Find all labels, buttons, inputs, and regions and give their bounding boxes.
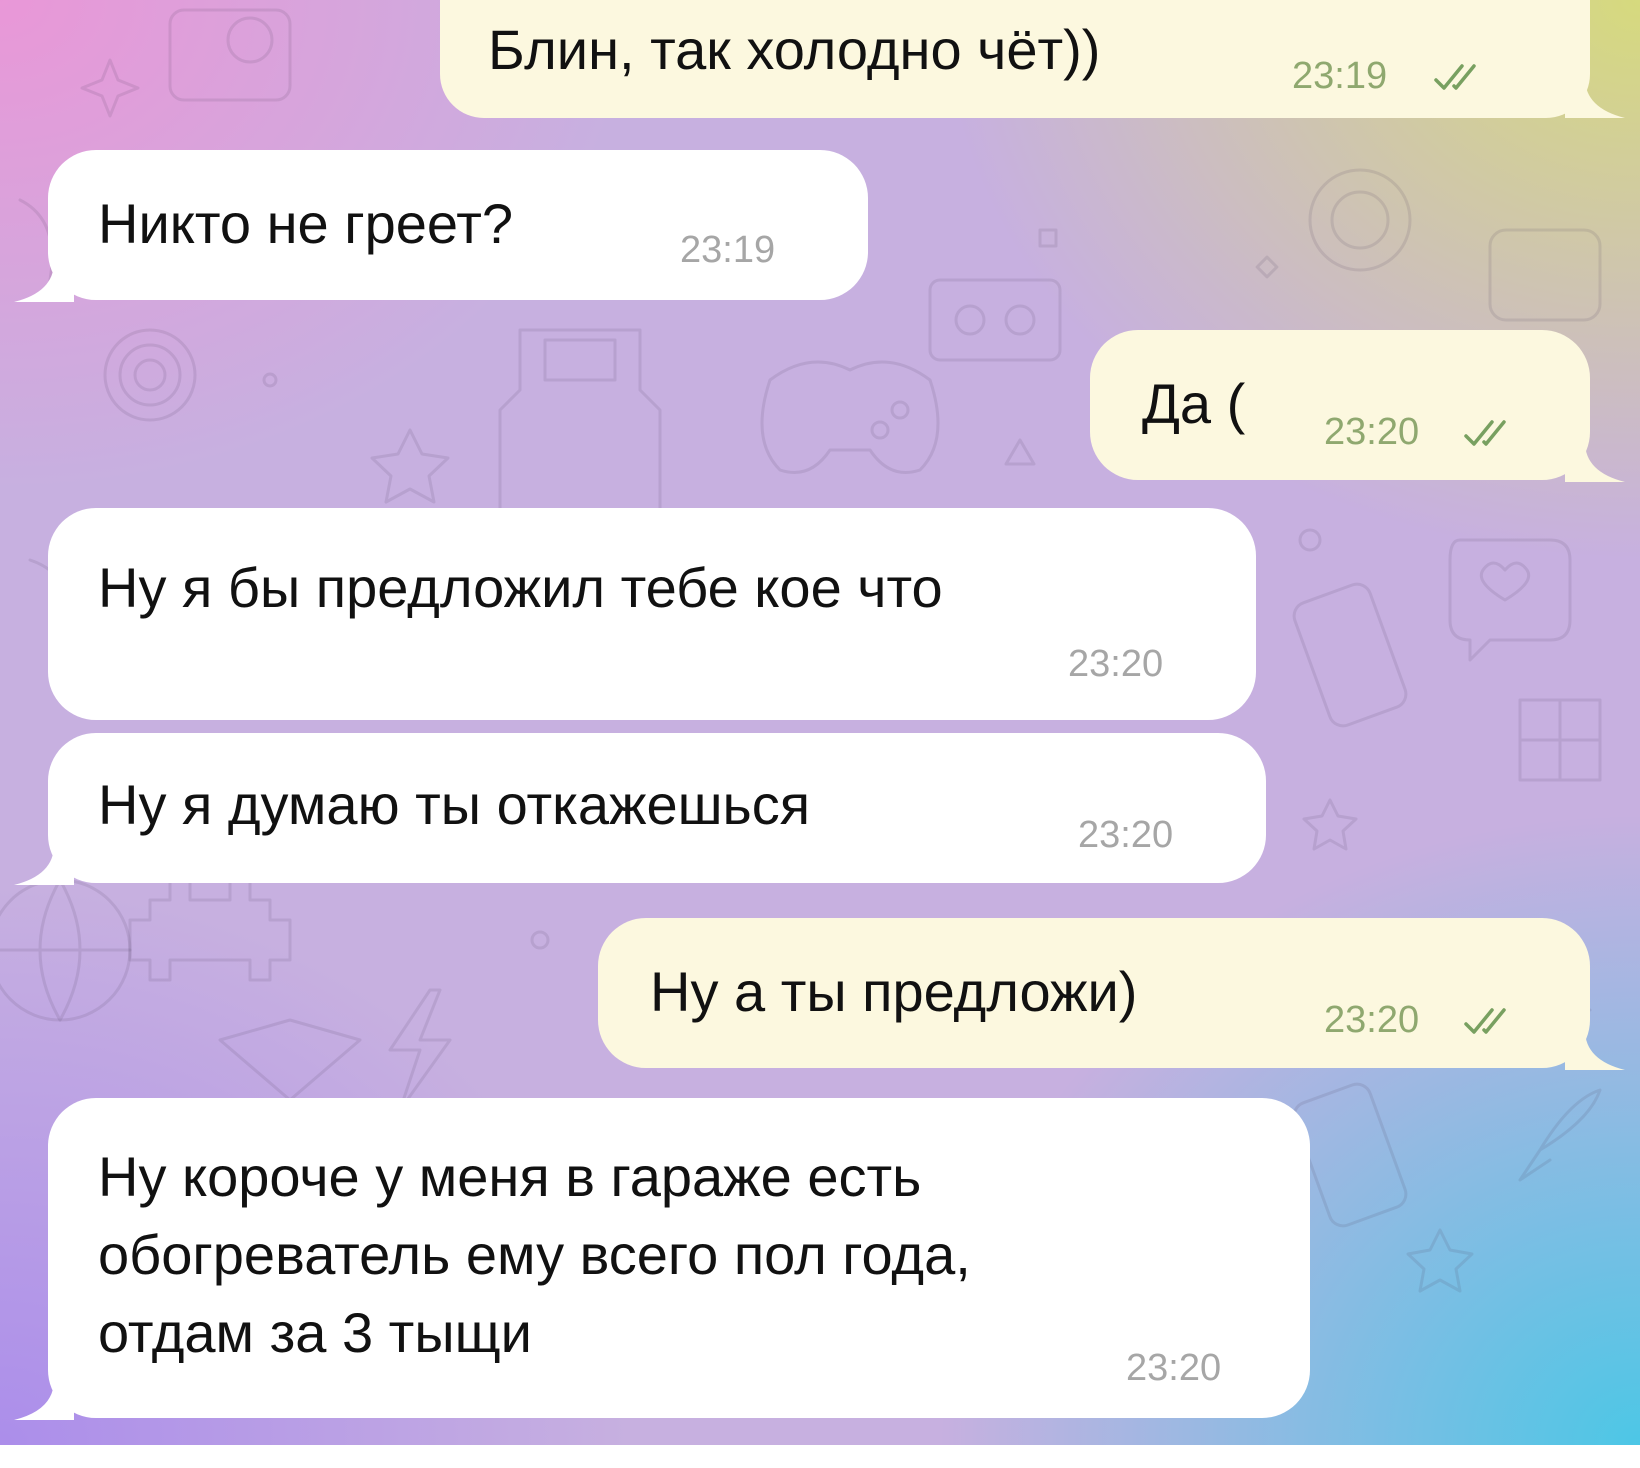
message-bubble-incoming[interactable]: Ну я думаю ты откажешься 23:20 — [48, 733, 1266, 883]
bubble-tail-incoming — [14, 1380, 74, 1420]
message-bubble-incoming[interactable]: Ну короче у меня в гараже есть обогреват… — [48, 1098, 1310, 1418]
gamepad-doodle-icon — [760, 360, 940, 474]
heart-bubble-doodle-icon — [1448, 538, 1572, 662]
blocks-doodle-icon — [1518, 698, 1602, 782]
bubble-tail-outgoing — [1565, 1030, 1625, 1070]
star-doodle-icon — [370, 428, 450, 504]
bubble-tail-outgoing — [1565, 442, 1625, 482]
invader-doodle-icon — [128, 878, 292, 982]
message-bubble-incoming[interactable]: Ну я бы предложил тебе кое что 23:20 — [48, 508, 1256, 720]
message-bubble-outgoing[interactable]: Блин, так холодно чёт)) 23:19 — [440, 0, 1590, 118]
star-doodle-icon — [1406, 1228, 1474, 1293]
rocket-doodle-icon — [1518, 1088, 1602, 1182]
cassette-doodle-icon — [928, 278, 1062, 362]
camera-lens-doodle-icon — [226, 16, 274, 64]
message-time: 23:20 — [1078, 814, 1174, 856]
monitor-doodle-icon — [1488, 228, 1602, 322]
diamond-doodle-icon — [218, 1018, 362, 1102]
double-check-icon — [1434, 64, 1476, 90]
message-time: 23:20 — [1068, 643, 1164, 685]
message-time: 23:19 — [680, 229, 776, 271]
message-text: Блин, так холодно чёт)) — [488, 18, 1101, 81]
bubble-tail-incoming — [14, 262, 74, 302]
bubble-tail-outgoing — [1565, 78, 1625, 118]
message-bubble-incoming[interactable]: Никто не греет? 23:19 — [48, 150, 868, 300]
bubble-tail-incoming — [14, 845, 74, 885]
message-text: Ну короче у меня в гараже есть обогреват… — [98, 1145, 971, 1364]
message-text: Да ( — [1142, 372, 1246, 435]
message-bubble-outgoing[interactable]: Ну а ты предложи) 23:20 — [598, 918, 1590, 1068]
message-text: Ну я бы предложил тебе кое что — [98, 556, 943, 619]
phone-doodle-icon — [1292, 582, 1408, 728]
message-time: 23:19 — [1292, 55, 1388, 97]
lightning-doodle-icon — [388, 988, 452, 1112]
message-bubble-outgoing[interactable]: Да ( 23:20 — [1090, 330, 1590, 480]
bottom-strip — [0, 1445, 1640, 1468]
message-text: Ну а ты предложи) — [650, 960, 1138, 1023]
message-time: 23:20 — [1126, 1347, 1222, 1389]
camera-doodle-icon — [168, 8, 292, 102]
message-time: 23:20 — [1324, 999, 1420, 1041]
message-text: Ну я думаю ты откажешься — [98, 773, 811, 836]
message-time: 23:20 — [1324, 411, 1420, 453]
message-text: Никто не греет? — [98, 192, 513, 255]
double-check-icon — [1464, 420, 1506, 446]
award-doodle-icon — [1308, 168, 1412, 272]
sparkle-doodle-icon — [80, 58, 140, 118]
double-check-icon — [1464, 1008, 1506, 1034]
